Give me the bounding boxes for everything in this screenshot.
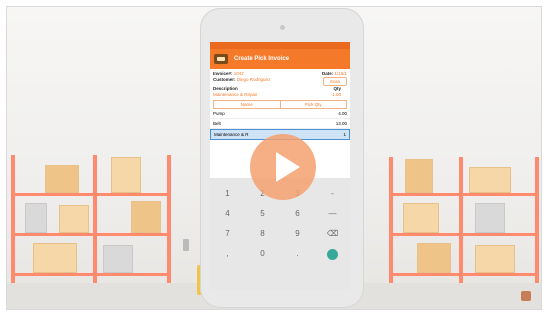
date-label: Date: xyxy=(321,71,334,76)
shelf-beam xyxy=(11,193,171,196)
column-header-pick-qty[interactable]: Pick Qty xyxy=(279,101,347,108)
key-period[interactable]: . xyxy=(280,244,315,264)
crate xyxy=(33,243,77,273)
checkmark-icon xyxy=(327,249,338,260)
key-minus[interactable]: - xyxy=(315,184,350,204)
play-button[interactable] xyxy=(250,134,316,200)
done-key[interactable] xyxy=(315,244,350,264)
description-value[interactable]: Maintenance & Repair xyxy=(213,92,258,98)
table-row[interactable]: Belt 13.00 xyxy=(210,119,350,129)
item-name: Belt xyxy=(213,121,221,126)
shelf-beam xyxy=(11,233,171,236)
crate xyxy=(131,201,161,233)
key-8[interactable]: 8 xyxy=(245,224,280,244)
table-row[interactable]: Pump 4.00 xyxy=(210,109,350,119)
key-5[interactable]: 5 xyxy=(245,204,280,224)
backspace-key[interactable]: ⌫ xyxy=(315,224,350,244)
item-name: Maintenance & R xyxy=(214,132,249,137)
crate xyxy=(103,245,133,273)
items-table-header: Name Pick Qty xyxy=(213,100,347,109)
status-bar xyxy=(210,42,350,49)
invoice-app-icon xyxy=(214,54,228,64)
play-icon xyxy=(276,152,300,182)
key-9[interactable]: 9 xyxy=(280,224,315,244)
crate xyxy=(111,157,141,193)
shelf-beam xyxy=(389,193,539,196)
key-1[interactable]: 1 xyxy=(210,184,245,204)
description-value-row: Maintenance & Repair 1.00 xyxy=(210,92,350,98)
column-header-name[interactable]: Name xyxy=(214,101,280,108)
customer-row: Customer: Diego Rodriguez Scan xyxy=(210,77,350,86)
app-bar: Create Pick Invoice xyxy=(210,49,350,69)
crate xyxy=(45,165,79,193)
crate xyxy=(475,203,505,233)
scan-button[interactable]: Scan xyxy=(323,77,347,86)
item-qty: 13.00 xyxy=(335,121,347,126)
crate xyxy=(469,167,511,193)
crate xyxy=(475,245,515,273)
shelf-beam xyxy=(11,273,171,276)
phone-speaker xyxy=(280,25,285,30)
key-0[interactable]: 0 xyxy=(245,244,280,264)
crate xyxy=(417,243,451,273)
item-name: Pump xyxy=(213,111,225,116)
customer-label: Customer: xyxy=(213,77,236,82)
invoice-number[interactable]: 1042 xyxy=(234,71,244,76)
crate xyxy=(25,203,47,233)
customer-name[interactable]: Diego Rodriguez xyxy=(237,77,271,82)
scanner-terminal xyxy=(183,239,189,251)
item-qty: 4.00 xyxy=(338,111,347,116)
key-6[interactable]: 6 xyxy=(280,204,315,224)
crate xyxy=(403,203,439,233)
shelf-beam xyxy=(389,233,539,236)
key-space[interactable]: — xyxy=(315,204,350,224)
key-comma[interactable]: , xyxy=(210,244,245,264)
crate xyxy=(59,205,89,233)
invoice-label: Invoice#: xyxy=(213,71,233,76)
key-4[interactable]: 4 xyxy=(210,204,245,224)
shelf-beam xyxy=(389,273,539,276)
app-title: Create Pick Invoice xyxy=(234,56,290,62)
channel-logo-icon xyxy=(521,291,531,301)
item-qty-input[interactable]: 1 xyxy=(343,130,346,139)
crate xyxy=(405,159,433,193)
key-7[interactable]: 7 xyxy=(210,224,245,244)
date-value[interactable]: 1/15/1 xyxy=(334,71,347,76)
qty-value[interactable]: 1.00 xyxy=(332,92,341,98)
